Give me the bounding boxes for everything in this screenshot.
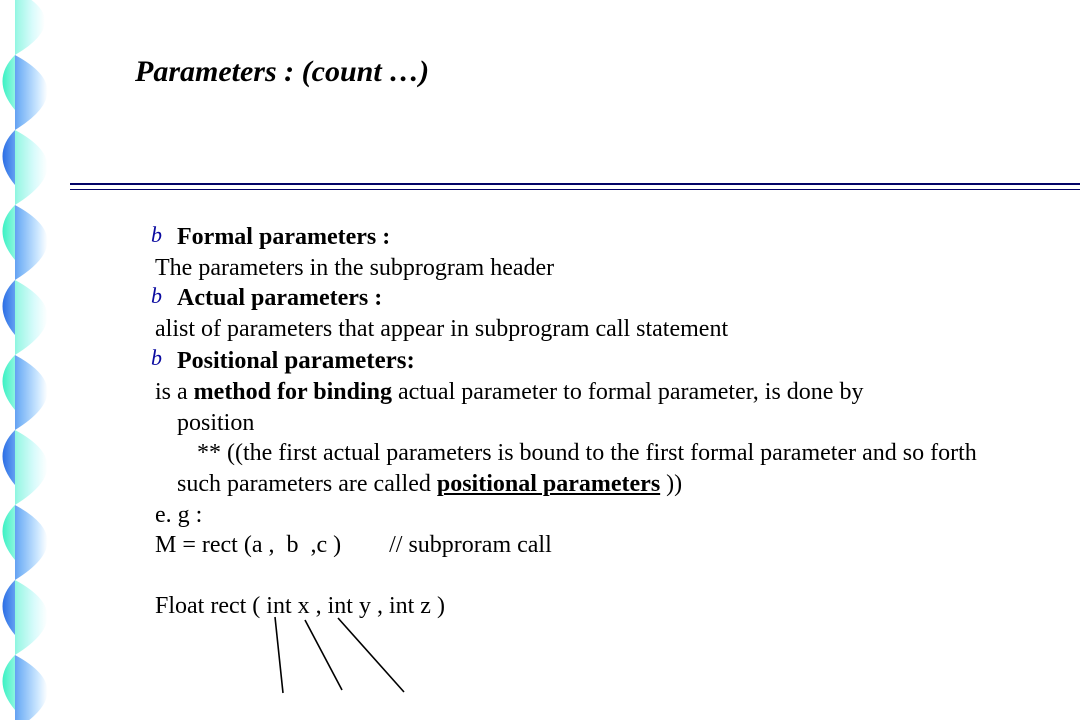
text-fragment: is a	[155, 379, 194, 405]
heading-actual: Actual parameters :	[177, 285, 382, 311]
side-decor	[0, 0, 105, 720]
example-call: M = rect (a , b ,c ) // subproram call	[155, 530, 1075, 561]
heading-positional-1: Positional	[177, 348, 284, 374]
positional-note2: such parameters are called positional pa…	[155, 469, 1075, 500]
term-positional: positional parameters	[437, 471, 660, 497]
text-fragment: ))	[660, 471, 682, 497]
slide-title: Parameters : (count …)	[135, 55, 429, 89]
example-label: e. g :	[155, 500, 1075, 531]
desc-actual: alist of parameters that appear in subpr…	[155, 314, 1075, 345]
text-fragment: such parameters are called	[177, 471, 437, 497]
title-underline-thin	[70, 189, 1080, 190]
heading-positional-2: parameters:	[284, 347, 415, 374]
desc-formal: The parameters in the subprogram header	[155, 253, 1075, 284]
heading-formal: Formal parameters :	[177, 224, 390, 250]
positional-line2: position	[155, 408, 1075, 439]
text-fragment: actual parameter to formal parameter, is…	[392, 379, 864, 405]
bullet-icon: b	[151, 224, 162, 246]
slide: Parameters : (count …) b Formal paramete…	[0, 0, 1080, 720]
positional-line1: is a method for binding actual parameter…	[155, 377, 1075, 408]
title-underline-thick	[70, 183, 1080, 185]
example-decl: Float rect ( int x , int y , int z )	[155, 591, 1075, 622]
bullet-icon: b	[151, 347, 162, 369]
bullet-icon: b	[151, 285, 162, 307]
body-text: b Formal parameters : The parameters in …	[155, 222, 1075, 622]
text-fragment: method for binding	[194, 379, 392, 405]
positional-note1: ** ((the first actual parameters is boun…	[155, 438, 1075, 469]
